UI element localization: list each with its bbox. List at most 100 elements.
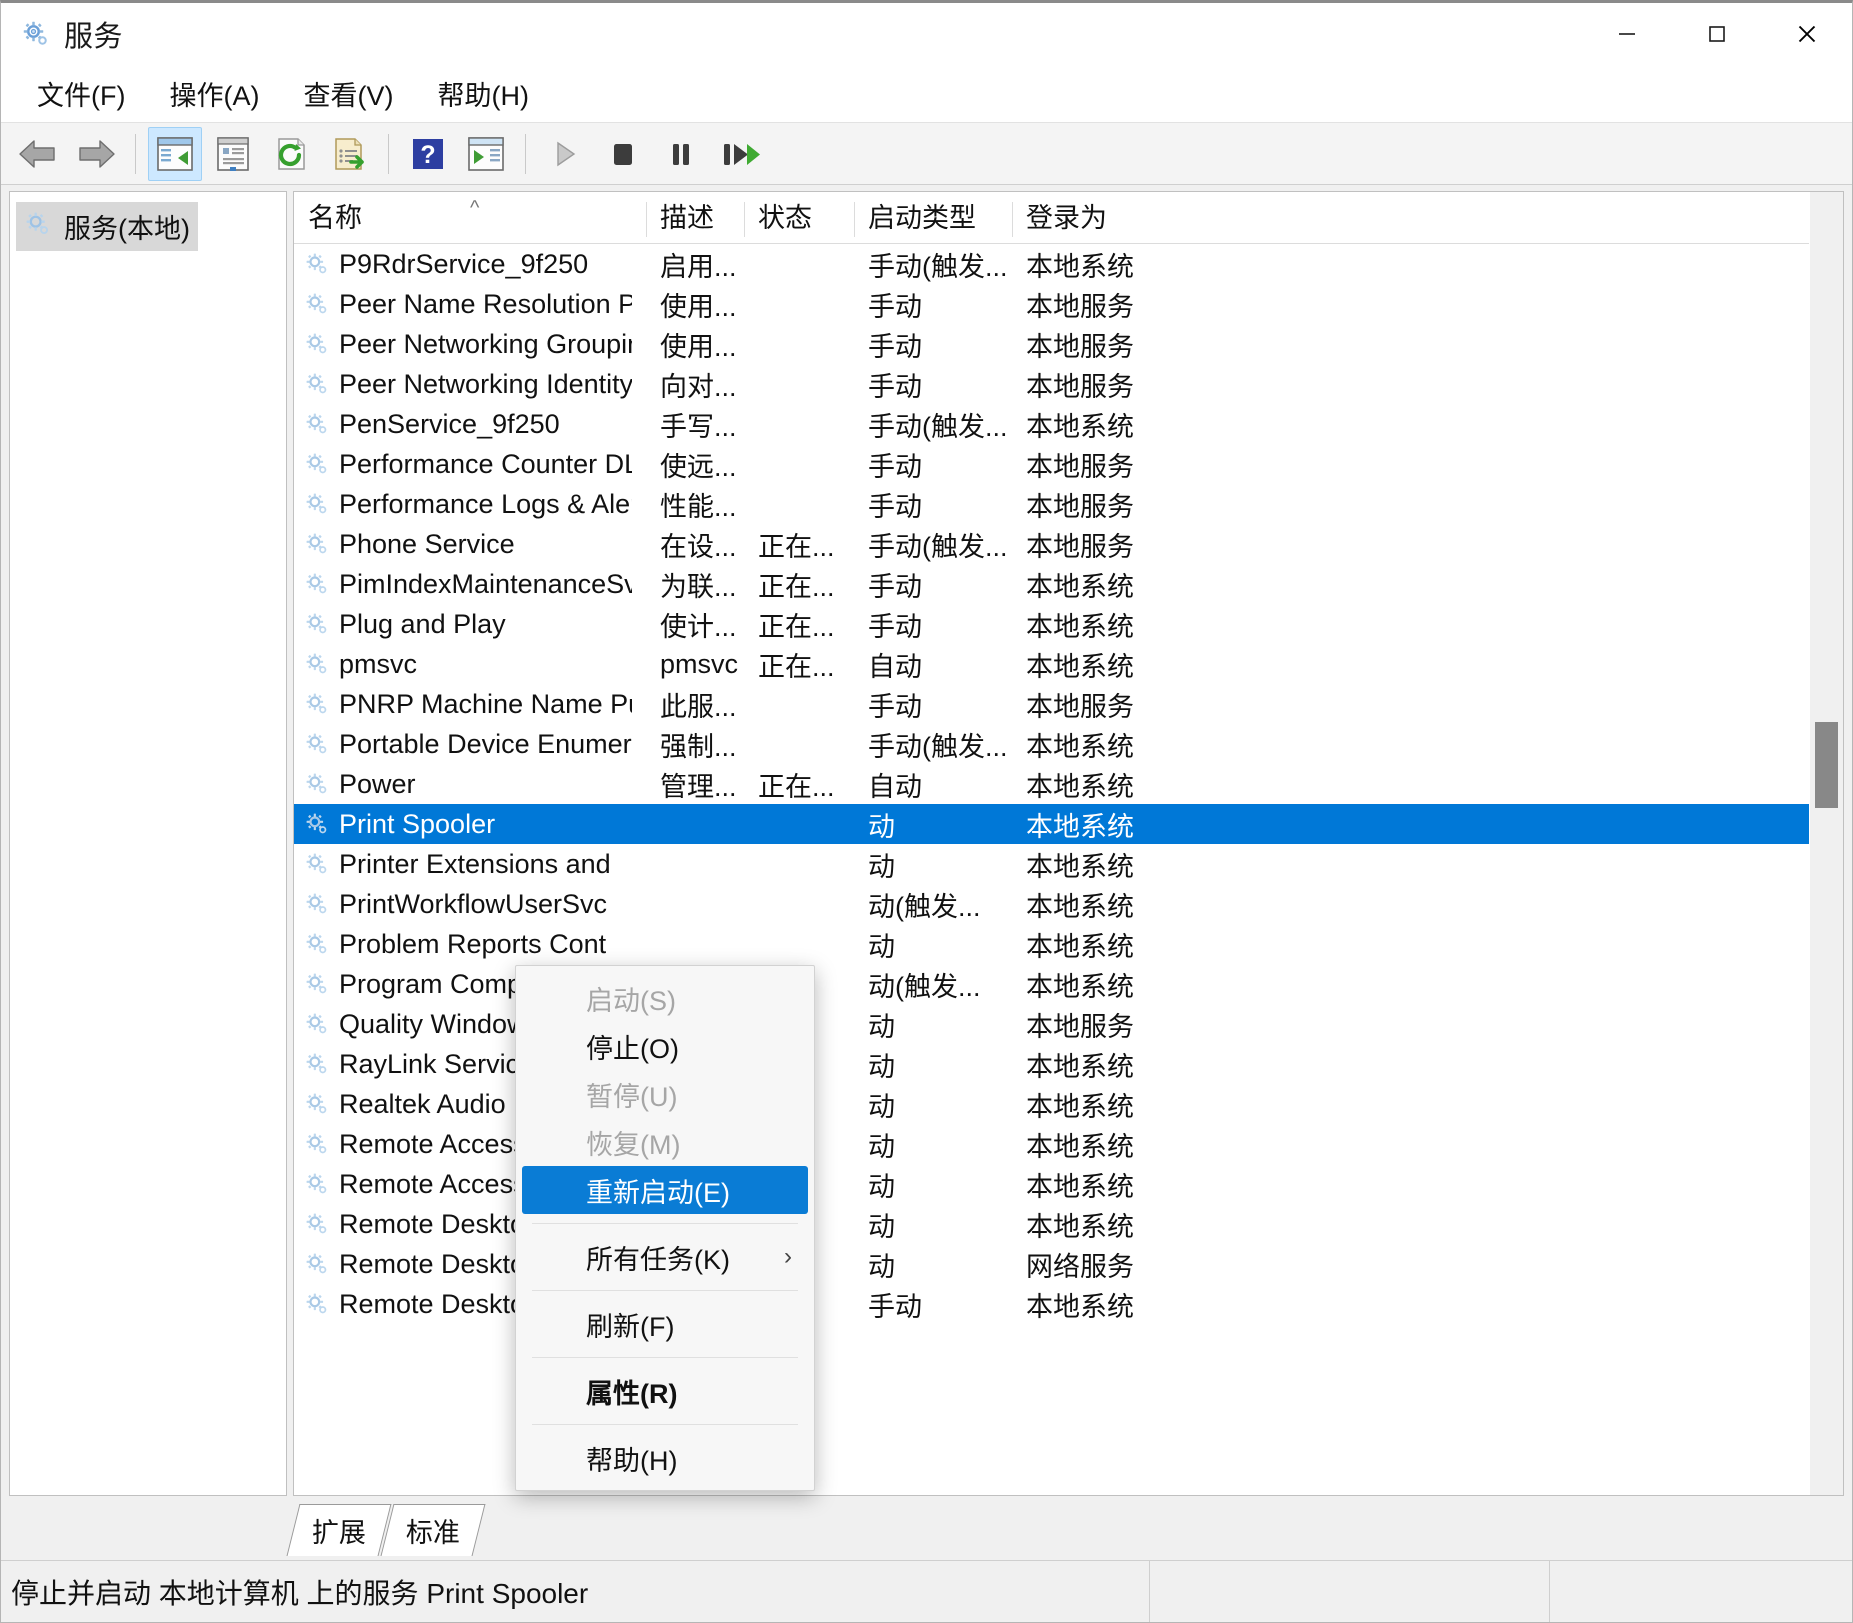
main-body: 服务(本地) ^ 名称 描述 状态 启动类型 登录为 P9RdrService_… [1,185,1852,1565]
show-action-pane-icon[interactable] [459,127,513,181]
table-row[interactable]: Problem Reports Cont 动 本地系统 [294,924,1809,964]
sidebar-item-services-local[interactable]: 服务(本地) [16,202,198,251]
cell-startup-type: 动(触发... [868,971,981,1002]
table-row[interactable]: PrintWorkflowUserSvc 动(触发... 本地系统 [294,884,1809,924]
context-menu-separator [532,1424,798,1425]
service-gear-icon [304,1291,330,1317]
cell-description: 使计... [660,611,737,642]
service-gear-icon [304,731,330,757]
toolbar-separator [525,133,526,174]
cell-log-on-as: 本地服务 [1026,451,1134,482]
cell-log-on-as: 本地服务 [1026,1011,1134,1042]
service-name-label: Printer Extensions and [339,848,611,879]
forward-arrow-icon[interactable] [69,127,123,181]
start-service-icon[interactable] [538,127,592,181]
menu-file[interactable]: 文件(F) [19,70,143,117]
service-gear-icon [304,371,330,397]
service-gear-icon [304,1051,330,1077]
service-name-label: Power [339,768,416,799]
table-row[interactable]: Plug and Play 使计... 正在... 手动 本地系统 [294,604,1809,644]
table-row[interactable]: Printer Extensions and 动 本地系统 [294,844,1809,884]
pause-service-icon[interactable] [654,127,708,181]
properties-icon[interactable] [206,127,260,181]
vertical-scrollbar[interactable] [1809,192,1843,1495]
show-hide-console-tree-icon[interactable] [148,126,202,181]
cell-description: 强制... [660,731,737,762]
table-row[interactable]: pmsvc pmsvc 正在... 自动 本地系统 [294,644,1809,684]
table-row[interactable]: Peer Networking Grouping 使用... 手动 本地服务 [294,324,1809,364]
column-header-name[interactable]: ^ 名称 [294,196,646,243]
table-row[interactable]: Portable Device Enumerato... 强制... 手动(触发..… [294,724,1809,764]
table-row[interactable]: Peer Name Resolution Prot... 使用... 手动 本地服务 [294,284,1809,324]
ctx-refresh[interactable]: 刷新(F) [516,1300,814,1348]
service-gear-icon [304,851,330,877]
menu-help[interactable]: 帮助(H) [419,70,546,117]
service-gear-icon [304,571,330,597]
table-row[interactable]: Print Spooler 动 本地系统 [294,804,1809,844]
table-row[interactable]: Performance Logs & Alerts 性能... 手动 本地服务 [294,484,1809,524]
close-button[interactable] [1762,3,1852,65]
cell-log-on-as: 本地系统 [1026,251,1134,282]
cell-service-name: Printer Extensions and [294,849,646,880]
menu-view[interactable]: 查看(V) [285,70,411,117]
cell-description: 性能... [660,491,737,522]
ctx-all-tasks[interactable]: 所有任务(K) › [516,1233,814,1281]
cell-startup-type: 手动 [868,451,922,482]
cell-log-on-as: 本地系统 [1026,811,1134,842]
context-menu-item-label: 恢复(M) [586,1129,681,1160]
service-gear-icon [304,451,330,477]
cell-startup-type: 手动 [868,611,922,642]
export-list-icon[interactable] [322,127,376,181]
service-name-label: PNRP Machine Name Publi... [339,688,632,719]
menu-action[interactable]: 操作(A) [151,70,277,117]
service-gear-icon [304,1251,330,1277]
maximize-button[interactable] [1672,3,1762,65]
service-name-label: Portable Device Enumerato... [339,728,632,759]
ctx-stop[interactable]: 停止(O) [516,1022,814,1070]
table-row[interactable]: PenService_9f250 手写... 手动(触发... 本地系统 [294,404,1809,444]
table-row[interactable]: PNRP Machine Name Publi... 此服... 手动 本地服务 [294,684,1809,724]
table-row[interactable]: Performance Counter DLL ... 使远... 手动 本地服务 [294,444,1809,484]
column-header-description[interactable]: 描述 [646,196,744,243]
cell-startup-type: 手动(触发... [868,531,1008,562]
cell-log-on-as: 本地系统 [1026,611,1134,642]
minimize-button[interactable] [1582,3,1672,65]
cell-status: 正在... [758,571,835,602]
ctx-help[interactable]: 帮助(H) [516,1434,814,1482]
table-row[interactable]: Peer Networking Identity M... 向对... 手动 本地服务 [294,364,1809,404]
cell-startup-type: 手动 [868,1291,922,1322]
context-menu-item-label: 属性(R) [586,1378,678,1409]
column-header-startup-type[interactable]: 启动类型 [854,196,1012,243]
column-header-status[interactable]: 状态 [744,196,854,243]
toolbar-separator [135,133,136,174]
column-header-log-on-as[interactable]: 登录为 [1012,196,1182,243]
cell-log-on-as: 本地服务 [1026,331,1134,362]
cell-startup-type: 自动 [868,651,922,682]
cell-startup-type: 动 [868,851,895,882]
tab-extended[interactable]: 扩展 [286,1504,392,1556]
svg-text:?: ? [420,141,435,169]
refresh-icon[interactable] [264,127,318,181]
scrollbar-thumb[interactable] [1815,722,1838,808]
help-icon[interactable]: ? [401,127,455,181]
cell-log-on-as: 本地系统 [1026,971,1134,1002]
context-menu-item-label: 帮助(H) [586,1445,678,1476]
cell-startup-type: 手动(触发... [868,411,1008,442]
stop-service-icon[interactable] [596,127,650,181]
cell-description: 使用... [660,331,737,362]
restart-service-icon[interactable] [712,127,766,181]
table-row[interactable]: PimIndexMaintenanceSvc_... 为联... 正在... 手动 本地… [294,564,1809,604]
cell-service-name: P9RdrService_9f250 [294,249,646,280]
service-gear-icon [304,1011,330,1037]
cell-log-on-as: 本地服务 [1026,291,1134,322]
table-row[interactable]: Phone Service 在设... 正在... 手动(触发... 本地服务 [294,524,1809,564]
table-row[interactable]: Power 管理... 正在... 自动 本地系统 [294,764,1809,804]
back-arrow-icon[interactable] [11,127,65,181]
ctx-restart[interactable]: 重新启动(E) [522,1166,808,1214]
service-name-label: Problem Reports Cont [339,928,607,959]
cell-description: 为联... [660,571,737,602]
ctx-properties[interactable]: 属性(R) [516,1367,814,1415]
table-row[interactable]: P9RdrService_9f250 启用... 手动(触发... 本地系统 [294,244,1809,284]
chevron-right-icon: › [784,1243,792,1270]
tab-standard[interactable]: 标准 [380,1504,486,1556]
